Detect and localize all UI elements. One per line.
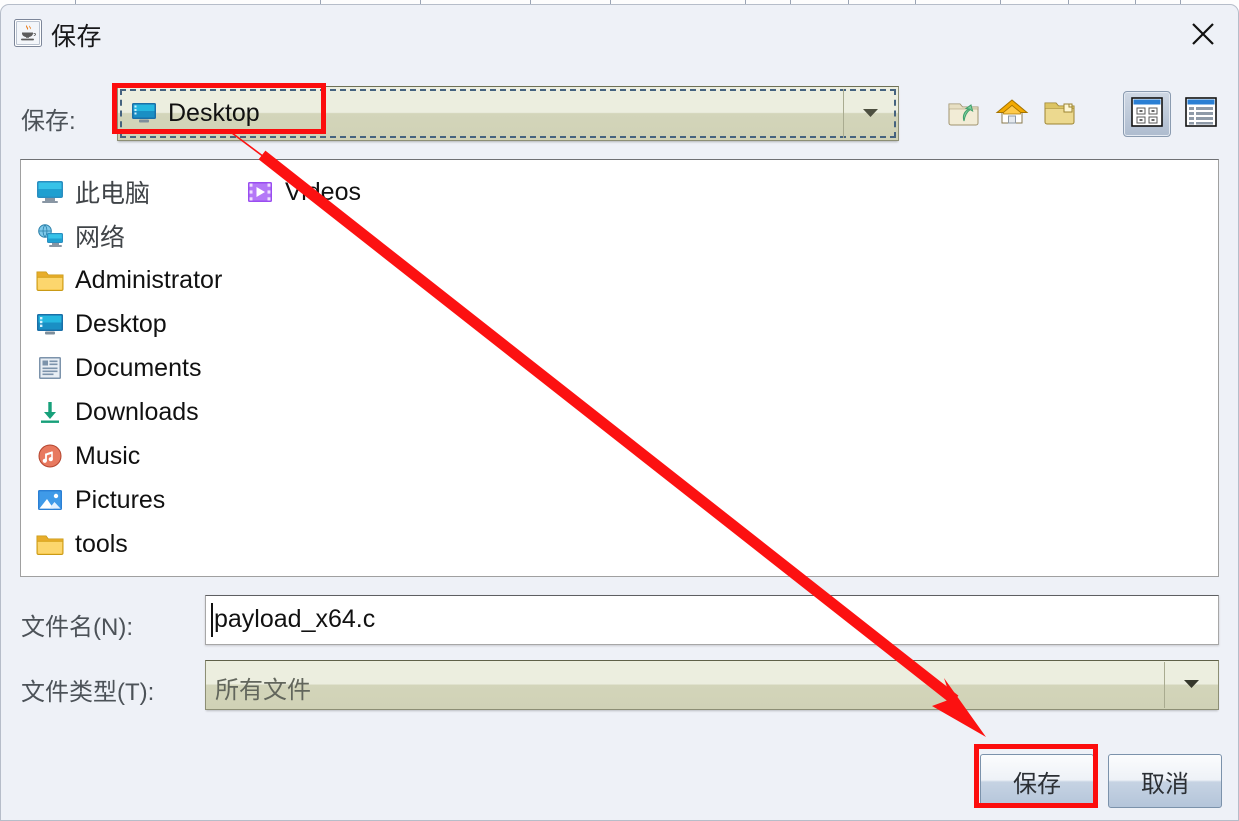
documents-icon <box>35 353 65 383</box>
list-item[interactable]: Administrator <box>29 258 239 302</box>
file-name-label: 文件名(N): <box>21 614 133 641</box>
java-coffee-icon <box>14 19 42 47</box>
desktop-monitor-icon <box>131 102 157 124</box>
list-item[interactable]: 此电脑 <box>29 170 239 214</box>
desktop-monitor-icon <box>35 309 65 339</box>
details-view-button[interactable] <box>1177 91 1225 137</box>
close-button[interactable] <box>1176 11 1230 57</box>
list-item-label: Desktop <box>75 309 167 338</box>
tiles-view-icon <box>1131 96 1163 132</box>
screenshot-root: 保存 保存: Desktop 此电脑 网络 Administrator Desk… <box>0 0 1239 821</box>
list-item[interactable]: Documents <box>29 346 239 390</box>
page-title: 保存 <box>51 23 103 51</box>
tiles-view-button[interactable] <box>1123 91 1171 137</box>
list-item-label: Videos <box>285 177 361 206</box>
computer-icon <box>35 177 65 207</box>
list-item[interactable]: Music <box>29 434 239 478</box>
close-icon <box>1190 21 1216 47</box>
list-item[interactable]: Videos <box>239 170 459 214</box>
home-icon <box>995 97 1029 132</box>
directory-combo-arrow-zone[interactable] <box>843 89 896 138</box>
chevron-down-icon <box>1183 676 1200 694</box>
save-file-dialog: 保存 保存: Desktop 此电脑 网络 Administrator Desk… <box>0 4 1239 821</box>
network-icon <box>35 221 65 251</box>
cancel-button[interactable]: 取消 <box>1108 754 1222 808</box>
file-name-value: payload_x64.c <box>214 605 376 633</box>
list-item-label: Pictures <box>75 485 166 514</box>
text-caret <box>211 603 213 637</box>
list-item[interactable]: 网络 <box>29 214 239 258</box>
list-item-label: tools <box>75 529 128 558</box>
save-button[interactable]: 保存 <box>980 754 1094 808</box>
home-button[interactable] <box>990 93 1034 135</box>
file-type-combo-arrow-zone[interactable] <box>1164 662 1217 708</box>
pictures-image-icon <box>35 485 65 515</box>
folder-icon <box>35 265 65 295</box>
list-item-label: Downloads <box>75 397 199 426</box>
list-item-label: 此电脑 <box>75 180 151 208</box>
list-item[interactable]: Downloads <box>29 390 239 434</box>
music-note-icon <box>35 441 65 471</box>
downloads-arrow-icon <box>35 397 65 427</box>
folder-up-arrow-icon <box>947 97 981 132</box>
file-list-column-1: 此电脑 网络 Administrator Desktop Documents D… <box>29 170 239 566</box>
new-folder-icon <box>1043 97 1077 132</box>
directory-combo-box[interactable]: Desktop <box>117 86 899 141</box>
list-item-label: 网络 <box>75 224 126 252</box>
list-item[interactable]: tools <box>29 522 239 566</box>
folder-icon <box>35 529 65 559</box>
list-item[interactable]: Desktop <box>29 302 239 346</box>
file-list-panel[interactable]: 此电脑 网络 Administrator Desktop Documents D… <box>20 159 1219 577</box>
list-item-label: Documents <box>75 353 202 382</box>
list-item-label: Music <box>75 441 141 470</box>
file-type-label: 文件类型(T): <box>21 679 155 706</box>
save-in-label: 保存: <box>21 108 76 135</box>
file-name-input[interactable]: payload_x64.c <box>205 595 1219 645</box>
file-type-combo-box[interactable]: 所有文件 <box>205 660 1219 710</box>
list-view-icon <box>1185 96 1217 132</box>
new-folder-button[interactable] <box>1038 93 1082 135</box>
up-one-level-button[interactable] <box>942 93 986 135</box>
directory-combo-value: Desktop <box>168 99 260 127</box>
chevron-down-icon <box>862 105 879 123</box>
list-item-label: Administrator <box>75 265 223 294</box>
title-bar: 保存 <box>1 5 1238 63</box>
file-list-column-2: Videos <box>239 170 459 214</box>
videos-play-icon <box>245 177 275 207</box>
list-item[interactable]: Pictures <box>29 478 239 522</box>
file-type-value: 所有文件 <box>215 677 311 704</box>
